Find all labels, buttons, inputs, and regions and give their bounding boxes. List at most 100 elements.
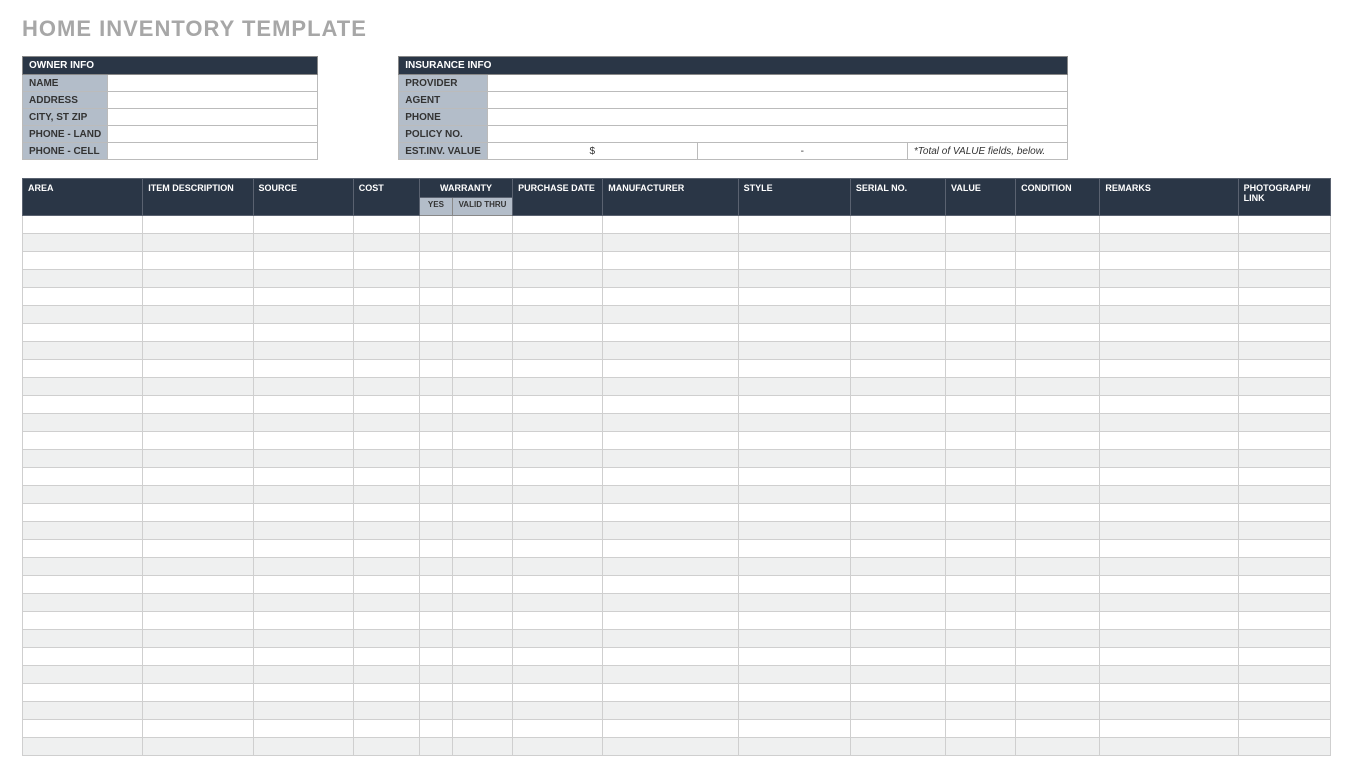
cell[interactable] [513,558,603,576]
cell[interactable] [513,342,603,360]
cell[interactable] [23,450,143,468]
cell[interactable] [603,396,738,414]
cell[interactable] [143,324,253,342]
cell[interactable] [353,378,419,396]
owner-phone-land-value[interactable] [108,126,318,143]
cell[interactable] [452,216,512,234]
cell[interactable] [738,666,850,684]
cell[interactable] [419,738,452,756]
cell[interactable] [946,342,1016,360]
cell[interactable] [419,630,452,648]
cell[interactable] [23,432,143,450]
cell[interactable] [23,720,143,738]
cell[interactable] [738,540,850,558]
cell[interactable] [353,306,419,324]
cell[interactable] [143,270,253,288]
cell[interactable] [143,522,253,540]
cell[interactable] [603,360,738,378]
cell[interactable] [1238,720,1330,738]
cell[interactable] [143,504,253,522]
cell[interactable] [513,378,603,396]
cell[interactable] [850,432,945,450]
cell[interactable] [143,738,253,756]
cell[interactable] [253,468,353,486]
cell[interactable] [1100,720,1238,738]
cell[interactable] [353,540,419,558]
cell[interactable] [1238,630,1330,648]
cell[interactable] [353,288,419,306]
cell[interactable] [513,324,603,342]
cell[interactable] [143,216,253,234]
cell[interactable] [1100,342,1238,360]
cell[interactable] [419,360,452,378]
cell[interactable] [603,216,738,234]
cell[interactable] [452,252,512,270]
cell[interactable] [23,612,143,630]
cell[interactable] [419,450,452,468]
cell[interactable] [23,648,143,666]
cell[interactable] [1016,270,1100,288]
cell[interactable] [850,702,945,720]
cell[interactable] [738,630,850,648]
cell[interactable] [353,612,419,630]
cell[interactable] [946,216,1016,234]
cell[interactable] [1100,594,1238,612]
owner-phone-cell-value[interactable] [108,143,318,160]
cell[interactable] [419,648,452,666]
cell[interactable] [603,576,738,594]
cell[interactable] [253,396,353,414]
cell[interactable] [1100,378,1238,396]
cell[interactable] [253,702,353,720]
cell[interactable] [850,234,945,252]
cell[interactable] [513,522,603,540]
cell[interactable] [353,234,419,252]
cell[interactable] [419,216,452,234]
cell[interactable] [143,702,253,720]
cell[interactable] [738,738,850,756]
cell[interactable] [946,252,1016,270]
cell[interactable] [603,306,738,324]
cell[interactable] [513,612,603,630]
cell[interactable] [738,252,850,270]
cell[interactable] [603,270,738,288]
cell[interactable] [738,414,850,432]
cell[interactable] [1016,324,1100,342]
cell[interactable] [850,270,945,288]
cell[interactable] [1016,630,1100,648]
cell[interactable] [603,450,738,468]
cell[interactable] [143,378,253,396]
cell[interactable] [850,450,945,468]
cell[interactable] [513,504,603,522]
cell[interactable] [1100,648,1238,666]
cell[interactable] [1016,288,1100,306]
cell[interactable] [452,288,512,306]
cell[interactable] [419,684,452,702]
cell[interactable] [143,486,253,504]
cell[interactable] [513,360,603,378]
cell[interactable] [513,252,603,270]
cell[interactable] [452,468,512,486]
cell[interactable] [452,666,512,684]
cell[interactable] [1238,306,1330,324]
cell[interactable] [1016,216,1100,234]
insurance-agent-value[interactable] [487,92,1067,109]
cell[interactable] [1238,558,1330,576]
cell[interactable] [419,270,452,288]
cell[interactable] [23,558,143,576]
cell[interactable] [850,252,945,270]
cell[interactable] [738,612,850,630]
cell[interactable] [452,396,512,414]
cell[interactable] [419,234,452,252]
cell[interactable] [1238,684,1330,702]
cell[interactable] [1238,216,1330,234]
cell[interactable] [1238,612,1330,630]
cell[interactable] [353,684,419,702]
cell[interactable] [419,720,452,738]
cell[interactable] [353,486,419,504]
cell[interactable] [603,630,738,648]
cell[interactable] [1016,666,1100,684]
cell[interactable] [143,540,253,558]
cell[interactable] [353,720,419,738]
cell[interactable] [513,540,603,558]
cell[interactable] [23,522,143,540]
